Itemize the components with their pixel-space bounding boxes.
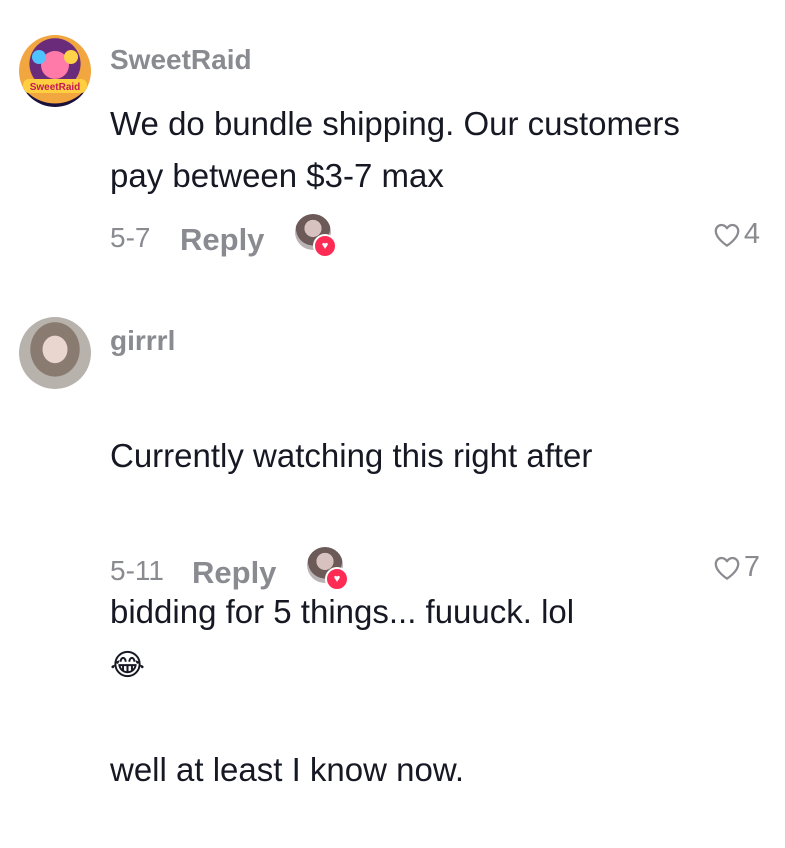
heart-badge-icon: ♥: [325, 567, 349, 591]
comment-date: 5-7: [110, 222, 151, 253]
comment-text: We do bundle shipping. Our customers pay…: [110, 105, 680, 194]
heart-badge-icon: ♥: [313, 234, 337, 258]
comment-text: Currently watching this right after bidd…: [110, 378, 760, 848]
comment-date: 5-11: [110, 555, 164, 586]
sweetraid-logo-icon: SweetRaid: [23, 50, 87, 93]
comment-text-segment: bidding for 5 things... fuuuck. lol: [110, 593, 575, 630]
like-count: 7: [743, 551, 760, 583]
like-count: 4: [743, 218, 760, 250]
username[interactable]: SweetRaid: [110, 44, 252, 76]
heart-outline-icon: [714, 556, 740, 580]
svg-text:SweetRaid: SweetRaid: [30, 82, 81, 93]
avatar[interactable]: SweetRaid: [19, 35, 91, 107]
creator-liked-avatar: ♥: [307, 547, 349, 591]
heart-outline-icon: [714, 223, 740, 247]
comment-text-line: well at least I know now.: [110, 751, 465, 788]
comment-meta: 5-7 Reply ♥ 4: [110, 214, 760, 262]
comment-meta: 5-11 Reply ♥ 7: [110, 547, 760, 595]
like-button[interactable]: 4: [712, 218, 760, 251]
reply-button[interactable]: Reply: [192, 555, 276, 591]
avatar[interactable]: [19, 317, 91, 389]
creator-liked-avatar: ♥: [295, 214, 337, 258]
username[interactable]: girrrl: [110, 325, 175, 357]
comment-text-line: Currently watching this right after: [110, 437, 593, 474]
reply-button[interactable]: Reply: [180, 222, 264, 258]
laughing-emoji-icon: 😂: [110, 648, 146, 683]
like-button[interactable]: 7: [712, 551, 760, 584]
